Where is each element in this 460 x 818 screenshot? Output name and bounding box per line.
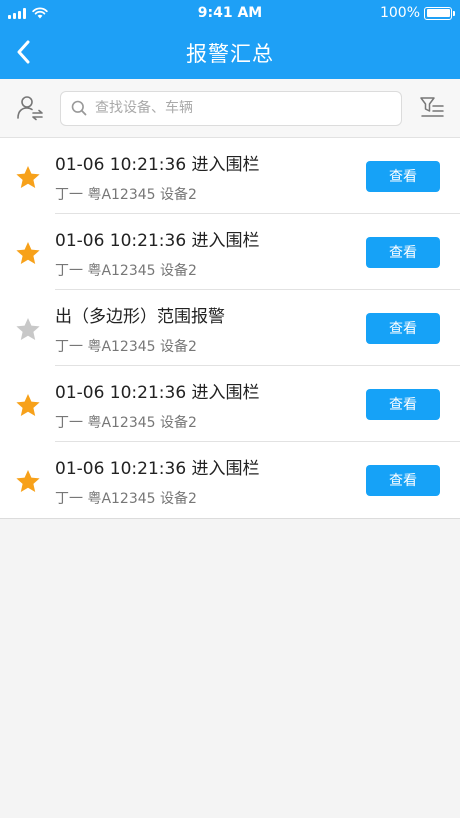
chevron-left-icon bbox=[17, 40, 30, 64]
item-title: 01-06 10:21:36 进入围栏 bbox=[55, 383, 260, 403]
star-toggle[interactable] bbox=[0, 391, 55, 418]
item-subtitle: 丁一 粤A12345 设备2 bbox=[55, 339, 197, 355]
status-time: 9:41 AM bbox=[197, 5, 263, 21]
search-box[interactable] bbox=[60, 90, 402, 126]
item-title: 01-06 10:21:36 进入围栏 bbox=[55, 459, 260, 479]
item-title: 01-06 10:21:36 进入围栏 bbox=[55, 155, 260, 175]
list-item: 01-06 10:21:36 进入围栏 丁一 粤A12345 设备2 查看 bbox=[0, 442, 460, 518]
view-button[interactable]: 查看 bbox=[366, 388, 440, 420]
item-body: 01-06 10:21:36 进入围栏 丁一 粤A12345 设备2 bbox=[55, 148, 366, 204]
view-button[interactable]: 查看 bbox=[366, 236, 440, 268]
star-toggle[interactable] bbox=[0, 163, 55, 190]
status-left bbox=[8, 7, 128, 19]
status-right: 100% bbox=[332, 5, 455, 21]
page-title: 报警汇总 bbox=[186, 41, 274, 66]
star-icon bbox=[15, 393, 40, 416]
list-item: 01-06 10:21:36 进入围栏 丁一 粤A12345 设备2 查看 bbox=[0, 214, 460, 290]
item-body: 01-06 10:21:36 进入围栏 丁一 粤A12345 设备2 bbox=[55, 376, 366, 432]
list-item: 01-06 10:21:36 进入围栏 丁一 粤A12345 设备2 查看 bbox=[0, 366, 460, 442]
list-item: 01-06 10:21:36 进入围栏 丁一 粤A12345 设备2 查看 bbox=[0, 138, 460, 214]
signal-icon bbox=[8, 7, 26, 19]
item-body: 01-06 10:21:36 进入围栏 丁一 粤A12345 设备2 bbox=[55, 452, 366, 508]
filter-icon bbox=[420, 97, 444, 117]
back-button[interactable] bbox=[8, 36, 38, 68]
user-switch-button[interactable] bbox=[14, 92, 46, 124]
item-title: 01-06 10:21:36 进入围栏 bbox=[55, 231, 260, 251]
header: 9:41 AM 100% 报警汇总 bbox=[0, 0, 460, 79]
star-toggle[interactable] bbox=[0, 239, 55, 266]
list-item: 出（多边形）范围报警 丁一 粤A12345 设备2 查看 bbox=[0, 290, 460, 366]
view-button[interactable]: 查看 bbox=[366, 312, 440, 344]
search-input[interactable] bbox=[95, 100, 391, 116]
star-icon bbox=[15, 241, 40, 264]
alarm-list: 01-06 10:21:36 进入围栏 丁一 粤A12345 设备2 查看 01… bbox=[0, 138, 460, 519]
status-bar: 9:41 AM 100% bbox=[0, 0, 460, 26]
item-subtitle: 丁一 粤A12345 设备2 bbox=[55, 187, 197, 203]
item-subtitle: 丁一 粤A12345 设备2 bbox=[55, 415, 197, 431]
wifi-icon bbox=[32, 7, 48, 19]
star-icon bbox=[15, 469, 40, 492]
view-button[interactable]: 查看 bbox=[366, 160, 440, 192]
battery-icon bbox=[424, 6, 455, 20]
search-row bbox=[0, 79, 460, 138]
nav-bar: 报警汇总 bbox=[0, 26, 460, 79]
battery-fill bbox=[426, 9, 450, 17]
user-switch-icon bbox=[17, 96, 43, 121]
view-button[interactable]: 查看 bbox=[366, 464, 440, 496]
item-title: 出（多边形）范围报警 bbox=[55, 307, 225, 327]
item-subtitle: 丁一 粤A12345 设备2 bbox=[55, 491, 197, 507]
item-body: 出（多边形）范围报警 丁一 粤A12345 设备2 bbox=[55, 300, 366, 356]
item-subtitle: 丁一 粤A12345 设备2 bbox=[55, 263, 197, 279]
star-icon bbox=[15, 165, 40, 188]
star-icon bbox=[15, 317, 40, 340]
battery-percent: 100% bbox=[379, 5, 420, 21]
search-icon bbox=[71, 100, 87, 116]
star-toggle[interactable] bbox=[0, 315, 55, 342]
star-toggle[interactable] bbox=[0, 467, 55, 494]
filter-button[interactable] bbox=[416, 92, 448, 124]
item-body: 01-06 10:21:36 进入围栏 丁一 粤A12345 设备2 bbox=[55, 224, 366, 280]
